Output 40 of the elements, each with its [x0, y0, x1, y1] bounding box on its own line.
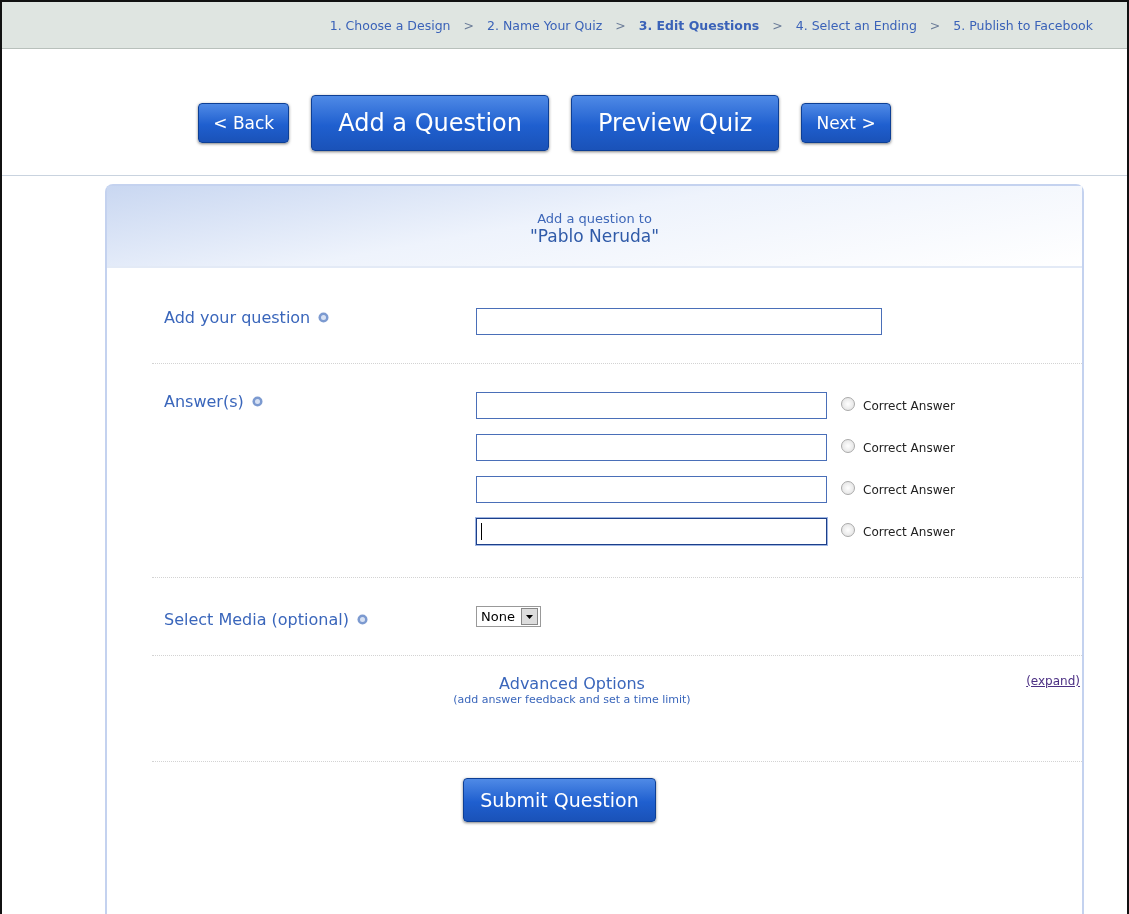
expand-link[interactable]: (expand): [1026, 674, 1080, 688]
nav-button[interactable]: Add a Question: [311, 95, 549, 151]
step-link[interactable]: 3. Edit Questions: [638, 17, 760, 33]
dropdown-icon: [525, 614, 533, 619]
step-link[interactable]: 4. Select an Ending: [795, 17, 917, 33]
correct-radio[interactable]: [841, 480, 855, 495]
help-icon[interactable]: [251, 396, 263, 407]
correct-radio[interactable]: [841, 522, 855, 537]
answer-field[interactable]: [476, 476, 827, 503]
separator-text: >: [929, 17, 941, 33]
question-field[interactable]: [476, 308, 882, 335]
answers-label: Answer(s): [164, 392, 244, 411]
help-icon[interactable]: [356, 614, 368, 625]
nav-button[interactable]: < Back: [198, 103, 290, 143]
step-link[interactable]: 2. Name Your Quiz: [487, 17, 603, 33]
step-link[interactable]: 1. Choose a Design: [329, 17, 451, 33]
separator-text: >: [615, 17, 626, 33]
correct-answer-label: Correct Answer: [863, 482, 955, 497]
correct-radio[interactable]: [841, 396, 855, 411]
card-heading: Add a question to: [537, 210, 652, 226]
help-icon[interactable]: [318, 312, 330, 323]
answer-field[interactable]: [476, 434, 827, 461]
quiz-title: "Pablo Neruda": [530, 225, 659, 246]
correct-answer-label: Correct Answer: [863, 440, 955, 455]
answer-field[interactable]: [476, 392, 827, 419]
separator-text: >: [772, 17, 783, 33]
media-label: Select Media (optional): [164, 610, 349, 629]
correct-answer-label: Correct Answer: [863, 524, 955, 539]
correct-answer-label: Correct Answer: [863, 398, 955, 413]
nav-button[interactable]: Next >: [801, 103, 891, 143]
separator-text: >: [463, 17, 475, 33]
advanced-title: Advanced Options: [499, 674, 645, 693]
question-label: Add your question: [164, 308, 311, 327]
nav-button[interactable]: Preview Quiz: [571, 95, 780, 151]
submit-button[interactable]: Submit Question: [463, 778, 656, 822]
correct-radio[interactable]: [841, 438, 855, 453]
media-select[interactable]: None: [476, 606, 541, 627]
advanced-subtitle: (add answer feedback and set a time limit): [453, 693, 691, 706]
answer-field[interactable]: [476, 518, 827, 545]
step-link[interactable]: 5. Publish to Facebook: [953, 17, 1093, 33]
